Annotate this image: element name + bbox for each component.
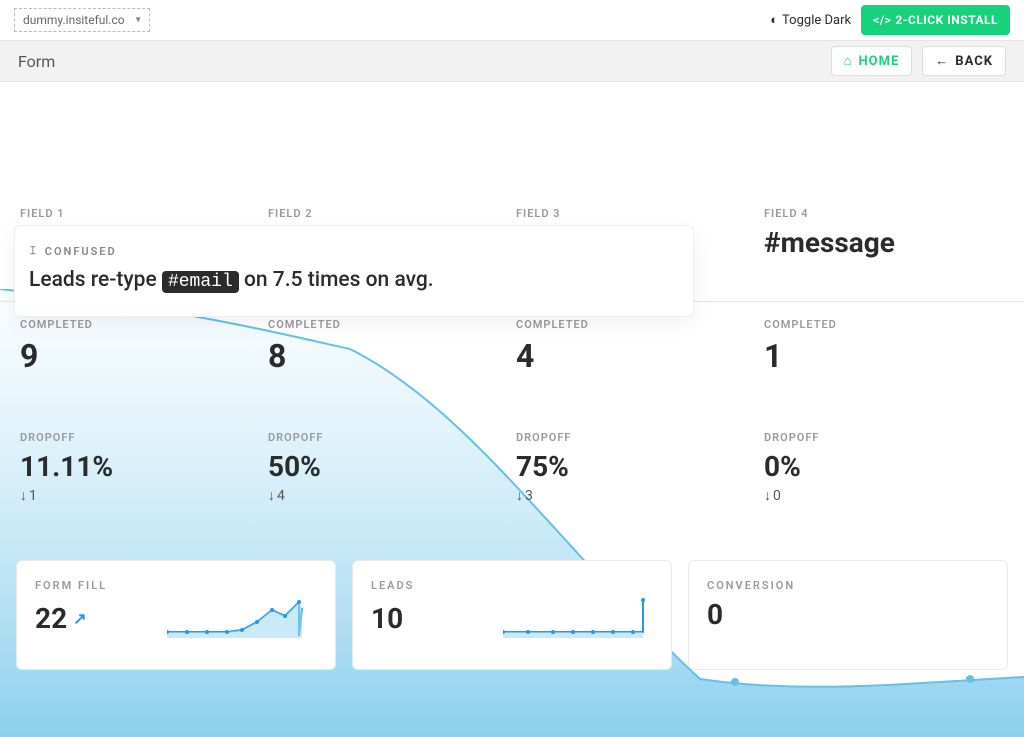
confused-text: Leads re-type #email on 7.5 times on avg… — [29, 268, 679, 292]
card-value: 10 — [371, 602, 403, 635]
field-label: FIELD 1 — [20, 207, 260, 220]
confused-prefix: Leads re-type — [29, 268, 162, 292]
home-button-label: HOME — [858, 54, 899, 69]
arrow-left-icon: ← — [935, 53, 949, 69]
field-col: COMPLETED 9 — [16, 318, 264, 431]
home-button[interactable]: ⌂ HOME — [831, 46, 913, 76]
dropoff-delta: 0 — [764, 487, 1004, 504]
card-label: LEADS — [371, 579, 653, 592]
completed-value: 8 — [268, 337, 508, 375]
field-col: DROPOFF 0% 0 — [760, 431, 1008, 546]
dropoff-delta: 4 — [268, 487, 508, 504]
confused-field-pill: #email — [162, 271, 239, 293]
field-name: #message — [764, 226, 1004, 259]
dropoff-value: 11.11% — [20, 450, 260, 483]
leads-card[interactable]: LEADS 10 — [352, 560, 672, 670]
toggle-dark-label: Toggle Dark — [782, 13, 851, 28]
form-fill-sparkline — [167, 598, 317, 638]
dropoff-label: DROPOFF — [516, 431, 756, 444]
topbar: dummy.insiteful.co ▾ ◐ Toggle Dark </> 2… — [0, 0, 1024, 40]
text-cursor-icon: 𝙸 — [29, 244, 39, 258]
breadcrumb-actions: ⌂ HOME ← BACK — [831, 46, 1006, 76]
external-link-icon[interactable]: ↗ — [73, 609, 86, 628]
completed-label: COMPLETED — [764, 318, 1004, 331]
confused-label-text: CONFUSED — [45, 245, 117, 258]
leads-sparkline — [503, 598, 653, 638]
confused-label: 𝙸 CONFUSED — [29, 244, 679, 258]
dropoff-label: DROPOFF — [20, 431, 260, 444]
confused-card: 𝙸 CONFUSED Leads re-type #email on 7.5 t… — [14, 225, 694, 317]
field-col: DROPOFF 75% 3 — [512, 431, 760, 546]
card-value: 22 ↗ — [35, 602, 87, 635]
dropoff-delta: 3 — [516, 487, 756, 504]
back-button[interactable]: ← BACK — [922, 46, 1006, 76]
confused-suffix: on 7.5 times on avg. — [239, 268, 434, 292]
breadcrumb-bar: Form ⌂ HOME ← BACK — [0, 40, 1024, 82]
install-button-label: 2-CLICK INSTALL — [895, 13, 998, 27]
code-icon: </> — [873, 13, 891, 27]
install-button[interactable]: </> 2-CLICK INSTALL — [861, 5, 1010, 35]
field-col: COMPLETED 1 — [760, 318, 1008, 431]
back-button-label: BACK — [955, 54, 993, 69]
dropoff-value: 0% — [764, 450, 1004, 483]
completed-value: 9 — [20, 337, 260, 375]
summary-cards: FORM FILL 22 ↗ LEADS 10 — [0, 546, 1024, 670]
card-value: 0 — [707, 598, 723, 631]
field-col: COMPLETED 4 — [512, 318, 760, 431]
card-label: FORM FILL — [35, 579, 317, 592]
lightbulb-icon: ◐ — [770, 12, 778, 28]
domain-select-value: dummy.insiteful.co — [23, 13, 125, 27]
completed-value: 1 — [764, 337, 1004, 375]
field-label: FIELD 4 — [764, 207, 1004, 220]
conversion-card[interactable]: CONVERSION 0 — [688, 560, 1008, 670]
field-label: FIELD 3 — [516, 207, 756, 220]
page-title: Form — [18, 52, 55, 71]
field-col: FIELD 4 #message — [760, 207, 1008, 301]
home-icon: ⌂ — [844, 53, 853, 69]
form-fill-card[interactable]: FORM FILL 22 ↗ — [16, 560, 336, 670]
field-col: COMPLETED 8 — [264, 318, 512, 431]
main: 𝙸 CONFUSED Leads re-type #email on 7.5 t… — [0, 207, 1024, 670]
domain-select[interactable]: dummy.insiteful.co ▾ — [14, 8, 150, 32]
field-col: DROPOFF 11.11% 1 — [16, 431, 264, 546]
field-col: DROPOFF 50% 4 — [264, 431, 512, 546]
dropoff-label: DROPOFF — [764, 431, 1004, 444]
completed-value: 4 — [516, 337, 756, 375]
completed-label: COMPLETED — [268, 318, 508, 331]
dropoff-delta: 1 — [20, 487, 260, 504]
card-label: CONVERSION — [707, 579, 989, 592]
dropoff-value: 75% — [516, 450, 756, 483]
completed-label: COMPLETED — [516, 318, 756, 331]
dropoff-value: 50% — [268, 450, 508, 483]
topbar-right: ◐ Toggle Dark </> 2-CLICK INSTALL — [770, 5, 1010, 35]
toggle-dark-button[interactable]: ◐ Toggle Dark — [770, 12, 851, 28]
chevron-down-icon: ▾ — [136, 15, 141, 26]
completed-label: COMPLETED — [20, 318, 260, 331]
field-label: FIELD 2 — [268, 207, 508, 220]
dropoff-label: DROPOFF — [268, 431, 508, 444]
